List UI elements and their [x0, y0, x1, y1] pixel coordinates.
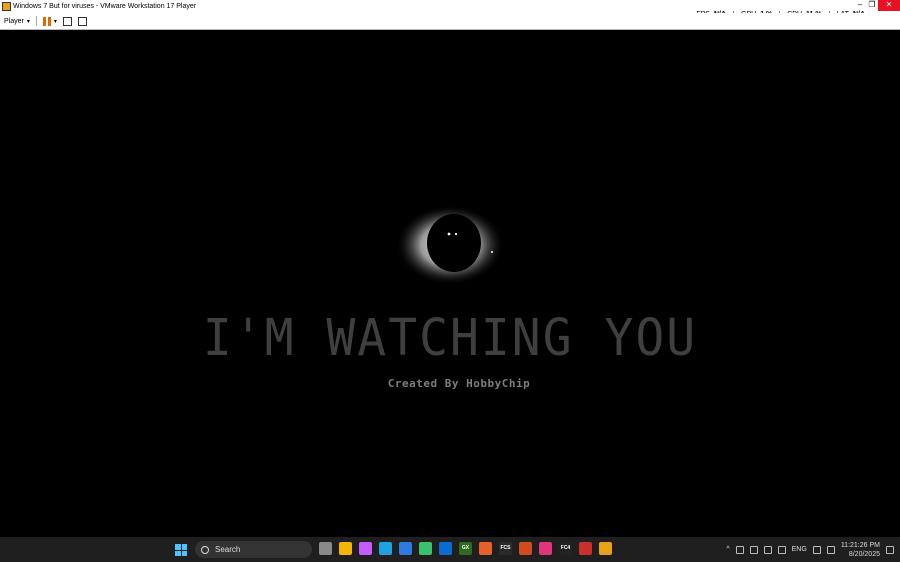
opera-gx-icon[interactable]: GX [459, 542, 472, 555]
edge-icon[interactable] [379, 542, 392, 555]
close-button[interactable]: ✕ [878, 0, 900, 11]
chevron-down-icon: ▾ [26, 18, 30, 25]
player-menu-button[interactable]: Player ▾ [4, 18, 30, 25]
notification-bell-icon[interactable] [886, 545, 894, 554]
window-title: Windows 7 But for viruses - VMware Works… [13, 3, 197, 10]
maps-icon[interactable] [419, 542, 432, 555]
vm-screen[interactable]: I'M WATCHING YOU Created By HobbyChip [0, 30, 900, 537]
fc4-icon[interactable]: FC4 [559, 542, 572, 555]
taskbar-apps: GX FCS FC4 [319, 542, 612, 555]
app-pink-icon[interactable] [539, 542, 552, 555]
language-indicator[interactable]: ENG [792, 546, 807, 553]
fullscreen-icon[interactable] [77, 16, 87, 26]
pause-chevron-icon[interactable]: ▾ [54, 18, 57, 25]
vmware-icon[interactable] [599, 542, 612, 555]
player-menu-label: Player [4, 17, 24, 25]
volume-icon[interactable] [826, 545, 835, 554]
fcs-icon[interactable]: FCS [499, 542, 512, 555]
eye-icon [397, 206, 503, 284]
app-orange-icon[interactable] [479, 542, 492, 555]
chat-icon[interactable] [777, 545, 786, 554]
vmware-app-icon [2, 2, 11, 11]
steam-icon[interactable] [735, 545, 744, 554]
outlook-icon[interactable] [439, 542, 452, 555]
file-explorer-icon[interactable] [339, 542, 352, 555]
pause-icon[interactable] [42, 16, 51, 26]
copilot-icon[interactable] [359, 542, 372, 555]
battery-icon[interactable] [763, 545, 772, 554]
clock[interactable]: 11:21:26 PM 8/20/2025 [841, 541, 880, 559]
clock-date: 8/20/2025 [848, 550, 880, 558]
chevron-up-icon[interactable]: ^ [726, 546, 729, 553]
network-icon[interactable] [812, 545, 821, 554]
system-tray: ^ ENG 11:21:26 PM 8/20/2025 [726, 537, 894, 562]
vm-toolbar: Player ▾ ▾ [0, 13, 900, 30]
send-ctrl-alt-del-icon[interactable] [62, 16, 72, 26]
app-fire-icon[interactable] [519, 542, 532, 555]
usb-icon[interactable] [749, 545, 758, 554]
search-placeholder: Search [215, 545, 241, 554]
toolbar-divider [35, 16, 37, 26]
search-icon [201, 545, 209, 554]
credit-text: Created By HobbyChip [387, 377, 531, 390]
store-icon[interactable] [399, 542, 412, 555]
windows-start-icon[interactable] [175, 544, 187, 556]
headline-text: I'M WATCHING YOU [202, 308, 698, 368]
taskbar: Search GX FCS FC4 ^ ENG 11:21:26 PM 8/20/2… [0, 537, 900, 562]
app-red-icon[interactable] [579, 542, 592, 555]
taskbar-search-box[interactable]: Search [195, 541, 312, 558]
clock-time: 11:21:26 PM [840, 541, 880, 549]
task-view-icon[interactable] [319, 542, 332, 555]
